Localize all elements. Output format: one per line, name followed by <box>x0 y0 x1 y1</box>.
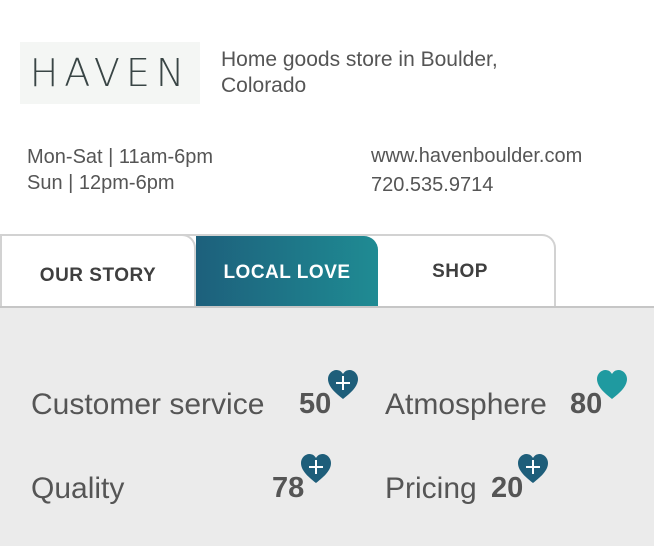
tagline-line-2: Colorado <box>221 74 307 97</box>
phone-number[interactable]: 720.535.9714 <box>371 171 582 200</box>
store-contact: www.havenboulder.com 720.535.9714 <box>371 142 582 200</box>
store-tagline: Home goods store in Boulder, Colorado <box>221 47 551 99</box>
heart-plus-icon[interactable] <box>299 452 333 486</box>
tagline-line-1: Home goods store in Boulder, <box>221 48 498 71</box>
hours-weekday: Mon-Sat | 11am-6pm <box>27 146 214 168</box>
store-hours: Mon-Sat | 11am-6pm Sun | 12pm-6pm <box>27 144 213 196</box>
rating-label: Pricing <box>385 472 477 505</box>
rating-label: Atmosphere <box>385 388 547 421</box>
tab-bar: OUR STORY LOCAL LOVE SHOP <box>0 234 556 310</box>
rating-label: Quality <box>31 472 125 505</box>
hours-sunday: Sun | 12pm-6pm <box>27 172 175 194</box>
store-logo: HAVEN <box>20 42 200 104</box>
website-link[interactable]: www.havenboulder.com <box>371 142 582 171</box>
rating-label: Customer service <box>31 388 265 421</box>
heart-plus-icon[interactable] <box>516 452 550 486</box>
ratings-panel: Customer service 50 Atmosphere 80 Qualit… <box>0 306 654 546</box>
tab-local-love[interactable]: LOCAL LOVE <box>196 236 378 310</box>
heart-plus-icon[interactable] <box>326 368 360 402</box>
tab-shop[interactable]: SHOP <box>380 234 540 310</box>
heart-icon[interactable] <box>595 368 629 402</box>
logo-text: HAVEN <box>29 51 191 95</box>
tab-our-story[interactable]: OUR STORY <box>0 234 196 310</box>
